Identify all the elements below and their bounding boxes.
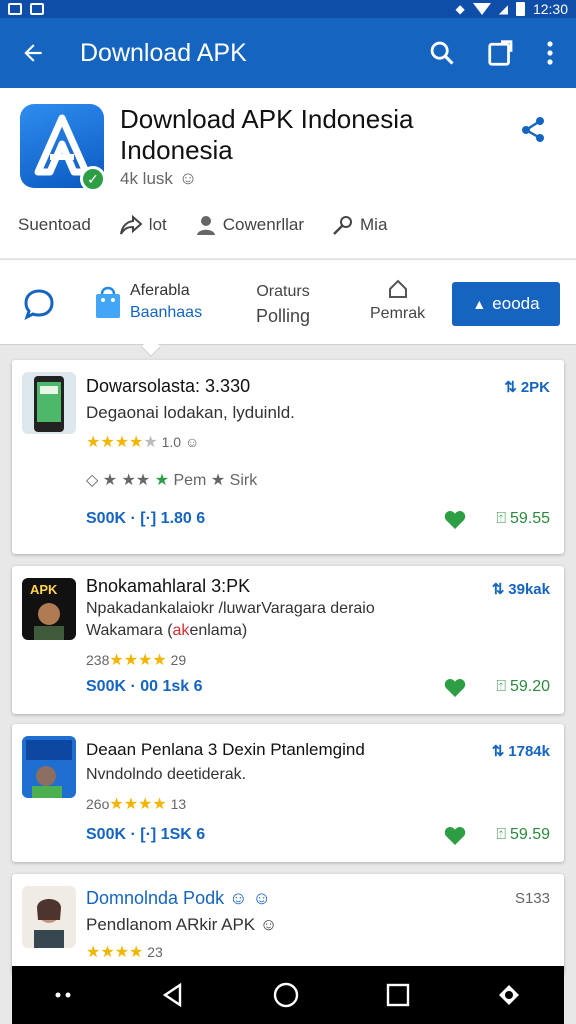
cell-signal-icon: ◢ xyxy=(498,2,508,16)
search-icon[interactable] xyxy=(428,39,456,67)
card-rating: 26o★★★★ 13 xyxy=(86,796,187,813)
card-title: Deaan Penlana 3 Dexin Ptanlemgind xyxy=(86,740,365,759)
download-icon: ⇅ xyxy=(491,743,505,760)
download-box-icon: ⍐ xyxy=(496,826,506,843)
system-nav-bar xyxy=(12,966,564,1024)
card-link[interactable]: S00K · [·] 1SK 6 xyxy=(86,826,205,844)
action-button[interactable]: ▲ eooda xyxy=(452,282,560,326)
app-bar: Download APK xyxy=(0,18,576,88)
card-description: Degaonai lodakan, lyduinld. xyxy=(86,403,295,422)
card-size: ⍐ 59.55 xyxy=(496,510,550,527)
card-description: Npakadankalaiokr /luwarVaragara deraio xyxy=(86,600,375,617)
download-icon: ⇅ xyxy=(491,581,505,598)
card-rating: 238★★★★ 29 xyxy=(86,652,187,669)
nav-home-icon[interactable] xyxy=(272,981,300,1009)
app-meta: 4k lusk ☺ xyxy=(120,168,197,189)
app-thumbnail xyxy=(22,886,76,948)
notification-icon xyxy=(30,3,44,15)
status-bar: ◆ ◢ 12:30 xyxy=(0,0,576,18)
category-label: Aferabla xyxy=(130,282,190,299)
card-description: Nvndolndo deetiderak. xyxy=(86,766,247,783)
filter-bar: Aferabla Baanhaas Oraturs Polling Pemrak… xyxy=(0,259,576,345)
app-actions: Suentoad lot Cowenrllar Mia xyxy=(18,214,387,236)
home-icon xyxy=(388,279,407,298)
action-download[interactable]: Suentoad xyxy=(18,215,91,235)
card-secondary-row: ◇ ★ ★★ ★ Pem ★ Sirk xyxy=(86,472,258,489)
more-horiz-icon[interactable] xyxy=(55,992,73,998)
assistant-icon[interactable] xyxy=(497,983,521,1007)
verified-check-icon: ✓ xyxy=(80,166,106,192)
star-rating: ★★★★ xyxy=(86,434,144,451)
more-vert-icon[interactable] xyxy=(546,40,554,66)
chat-bubble-icon xyxy=(24,289,54,320)
heart-icon[interactable] xyxy=(444,510,466,535)
app-card[interactable]: APK Bnokamahlaral 3:PK ⇅ 39kak Npakadank… xyxy=(12,566,564,714)
app-title: Download APK Indonesia Indonesia xyxy=(120,104,414,165)
share-button[interactable] xyxy=(518,114,548,149)
share-icon xyxy=(522,117,544,142)
category-filter[interactable]: Aferabla Baanhaas xyxy=(94,280,202,324)
notification-icon xyxy=(8,3,22,15)
battery-icon xyxy=(515,2,525,16)
card-rating: ★★★★ 23 xyxy=(86,944,163,961)
card-badge: ⇅ 1784k xyxy=(491,742,550,761)
app-thumbnail xyxy=(22,372,76,434)
key-icon xyxy=(333,216,353,235)
action-share[interactable]: lot xyxy=(119,214,167,236)
app-card[interactable]: Deaan Penlana 3 Dexin Ptanlemgind ⇅ 1784… xyxy=(12,724,564,862)
card-description-line2: Wakamara (akenlama) xyxy=(86,622,248,639)
card-size: ⍐ 59.20 xyxy=(496,678,550,695)
app-header: ✓ Download APK Indonesia Indonesia 4k lu… xyxy=(0,88,576,258)
home-filter[interactable]: Pemrak xyxy=(370,278,425,323)
signal-icon: ◆ xyxy=(455,2,465,16)
card-link[interactable]: S00K · [·] 1.80 6 xyxy=(86,510,205,528)
action-more[interactable]: Mia xyxy=(332,214,387,236)
download-icon: ⇅ xyxy=(504,379,517,396)
back-button[interactable] xyxy=(0,40,66,66)
action-comment[interactable]: Cowenrllar xyxy=(195,214,304,236)
arrow-back-icon xyxy=(24,44,42,62)
app-thumbnail: APK xyxy=(22,578,76,640)
card-badge: ⇅ 2PK xyxy=(504,378,550,397)
orders-filter[interactable]: Oraturs Polling xyxy=(256,280,310,328)
nav-recents-icon[interactable] xyxy=(386,983,410,1007)
card-title: Bnokamahlaral 3:PK xyxy=(86,576,251,596)
card-link[interactable]: S00K · 00 1sk 6 xyxy=(86,678,203,696)
wifi-icon xyxy=(472,3,491,15)
app-card[interactable]: Domnolnda Podk ☺ ☺ S133 Pendlanom ARkir … xyxy=(12,874,564,974)
card-description: Pendlanom ARkir APK ☺ xyxy=(86,915,278,934)
svg-text:APK: APK xyxy=(30,582,58,597)
heart-icon[interactable] xyxy=(444,678,466,703)
nav-back-icon[interactable] xyxy=(160,982,186,1008)
card-badge: S133 xyxy=(514,890,550,907)
card-rating: ★★★★★ 1.0 ☺ xyxy=(86,434,200,451)
flag-icon: ▲ xyxy=(472,296,487,312)
card-badge: ⇅ 39kak xyxy=(491,580,550,599)
bookmark-add-icon[interactable] xyxy=(486,38,516,68)
category-sublabel: Baanhaas xyxy=(130,304,203,321)
app-card[interactable]: Dowarsolasta: 3.330 ⇅ 2PK Degaonai lodak… xyxy=(12,360,564,554)
smiley-icon: ☺ xyxy=(178,168,198,188)
user-icon xyxy=(196,216,215,235)
download-count: 4k lusk xyxy=(120,168,173,188)
card-title: Domnolnda Podk ☺ ☺ xyxy=(86,888,271,908)
card-size: ⍐ 59.59 xyxy=(496,826,550,843)
download-box-icon: ⍐ xyxy=(496,510,506,527)
status-time: 12:30 xyxy=(532,1,568,17)
app-thumbnail xyxy=(22,736,76,798)
chat-button[interactable] xyxy=(22,287,56,326)
download-box-icon: ⍐ xyxy=(496,678,506,695)
shopping-bag-icon xyxy=(96,286,120,318)
app-bar-title: Download APK xyxy=(80,38,247,67)
card-title: Dowarsolasta: 3.330 xyxy=(86,376,251,396)
share-arrow-icon xyxy=(119,214,143,235)
heart-icon[interactable] xyxy=(444,826,466,851)
